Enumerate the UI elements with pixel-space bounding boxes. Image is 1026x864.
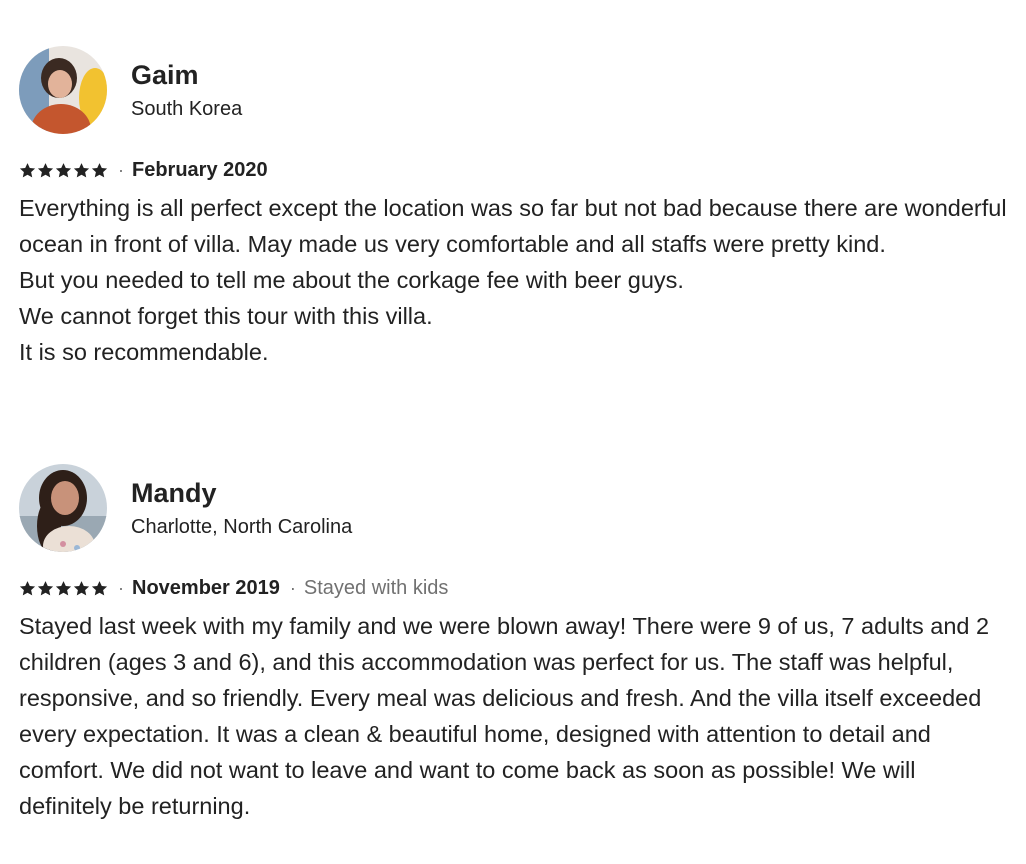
star-icon bbox=[55, 580, 72, 595]
star-icon bbox=[91, 580, 108, 595]
reviewer-info: Gaim South Korea bbox=[131, 58, 242, 122]
star-icon bbox=[19, 162, 36, 177]
review-text: Everything is all perfect except the loc… bbox=[19, 190, 1009, 370]
star-icon bbox=[91, 162, 108, 177]
reviewer-location: Charlotte, North Carolina bbox=[131, 516, 353, 538]
avatar-image bbox=[19, 46, 107, 134]
review-item: Mandy Charlotte, North Carolina · Novemb… bbox=[19, 464, 1009, 824]
avatar-image bbox=[19, 464, 107, 552]
star-icon bbox=[73, 162, 90, 177]
reviewer-name[interactable]: Gaim bbox=[131, 58, 242, 92]
review-item: Gaim South Korea · February 2020 Everyth… bbox=[19, 46, 1009, 370]
rating-stars bbox=[19, 580, 108, 597]
meta-separator: · bbox=[118, 577, 124, 598]
review-meta: · February 2020 bbox=[19, 155, 1009, 185]
review-paragraph: It is so recommendable. bbox=[19, 339, 269, 365]
review-paragraph: But you needed to tell me about the cork… bbox=[19, 267, 684, 293]
review-meta: · November 2019 · Stayed with kids bbox=[19, 573, 1009, 603]
reviewer-location: South Korea bbox=[131, 98, 243, 120]
review-text: Stayed last week with my family and we w… bbox=[19, 608, 1009, 824]
star-icon bbox=[55, 162, 72, 177]
review-date: November 2019 bbox=[132, 576, 280, 599]
reviewer-header: Mandy Charlotte, North Carolina bbox=[19, 464, 1009, 552]
star-icon bbox=[19, 580, 36, 595]
avatar[interactable] bbox=[19, 46, 107, 134]
review-paragraph: We cannot forget this tour with this vil… bbox=[19, 303, 433, 329]
rating-stars bbox=[19, 162, 108, 179]
star-icon bbox=[73, 580, 90, 595]
trip-type: Stayed with kids bbox=[303, 576, 449, 599]
review-date: February 2020 bbox=[132, 158, 268, 181]
avatar[interactable] bbox=[19, 464, 107, 552]
reviewer-info: Mandy Charlotte, North Carolina bbox=[131, 476, 352, 540]
review-paragraph: Everything is all perfect except the loc… bbox=[19, 195, 1007, 257]
meta-separator: · bbox=[118, 159, 124, 180]
reviewer-name[interactable]: Mandy bbox=[131, 476, 352, 510]
reviewer-header: Gaim South Korea bbox=[19, 46, 1009, 134]
meta-separator: · bbox=[289, 577, 296, 598]
star-icon bbox=[37, 580, 54, 595]
star-icon bbox=[37, 162, 54, 177]
review-paragraph: Stayed last week with my family and we w… bbox=[19, 613, 990, 819]
